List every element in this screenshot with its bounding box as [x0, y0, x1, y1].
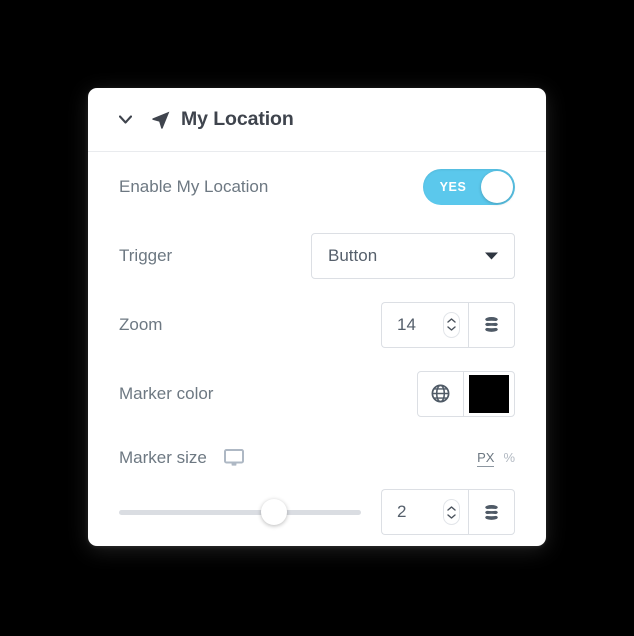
marker-color-control-group	[417, 370, 515, 417]
marker-size-dynamic-button[interactable]	[468, 489, 515, 535]
zoom-stepper[interactable]	[443, 311, 460, 338]
zoom-control-group: 14	[381, 301, 515, 348]
desktop-monitor-icon[interactable]	[223, 449, 244, 467]
marker-color-label: Marker color	[119, 383, 214, 403]
row-enable-my-location: Enable My Location YES	[119, 152, 515, 221]
panel-body: Enable My Location YES Trigger Button Zo…	[88, 152, 546, 542]
marker-size-stepper[interactable]	[443, 499, 460, 525]
toggle-value-label: YES	[439, 179, 467, 194]
chevron-down-icon	[484, 251, 499, 260]
marker-size-unit-switcher: PX %	[477, 450, 515, 467]
zoom-dynamic-button[interactable]	[468, 301, 515, 348]
row-marker-color: Marker color	[119, 359, 515, 428]
color-swatch[interactable]	[469, 374, 509, 413]
row-marker-size-slider: 2	[119, 482, 515, 542]
row-zoom: Zoom 14	[119, 290, 515, 359]
trigger-selected-value: Button	[328, 245, 378, 265]
globe-icon[interactable]	[418, 371, 464, 416]
page-title: My Location	[181, 108, 294, 130]
panel-header[interactable]: My Location	[88, 88, 546, 152]
row-trigger: Trigger Button	[119, 221, 515, 290]
zoom-value: 14	[397, 314, 416, 334]
enable-my-location-toggle[interactable]: YES	[423, 168, 515, 205]
marker-size-label-wrap: Marker size	[119, 448, 244, 468]
navigation-arrow-icon	[150, 109, 172, 131]
database-stack-icon	[485, 316, 498, 332]
marker-size-input[interactable]: 2	[381, 489, 468, 535]
trigger-select[interactable]: Button	[311, 232, 515, 279]
screen: My Location Enable My Location YES Trigg…	[0, 0, 634, 636]
marker-size-label: Marker size	[119, 448, 207, 467]
zoom-label: Zoom	[119, 314, 163, 334]
unit-px[interactable]: PX	[477, 450, 495, 467]
chevron-down-icon[interactable]	[116, 111, 134, 129]
trigger-label: Trigger	[119, 245, 173, 265]
marker-size-control-group: 2	[381, 489, 515, 535]
marker-size-value: 2	[397, 502, 407, 521]
slider-knob[interactable]	[260, 499, 287, 525]
marker-size-slider[interactable]	[119, 499, 361, 525]
marker-color-swatch-button[interactable]	[464, 372, 514, 416]
enable-my-location-label: Enable My Location	[119, 176, 269, 196]
unit-percent[interactable]: %	[503, 450, 515, 465]
database-stack-icon	[485, 504, 498, 520]
my-location-settings-panel: My Location Enable My Location YES Trigg…	[88, 88, 546, 546]
toggle-knob[interactable]	[481, 170, 513, 203]
row-marker-size-header: Marker size PX %	[119, 428, 515, 482]
zoom-input[interactable]: 14	[381, 301, 468, 348]
slider-track	[119, 509, 361, 515]
